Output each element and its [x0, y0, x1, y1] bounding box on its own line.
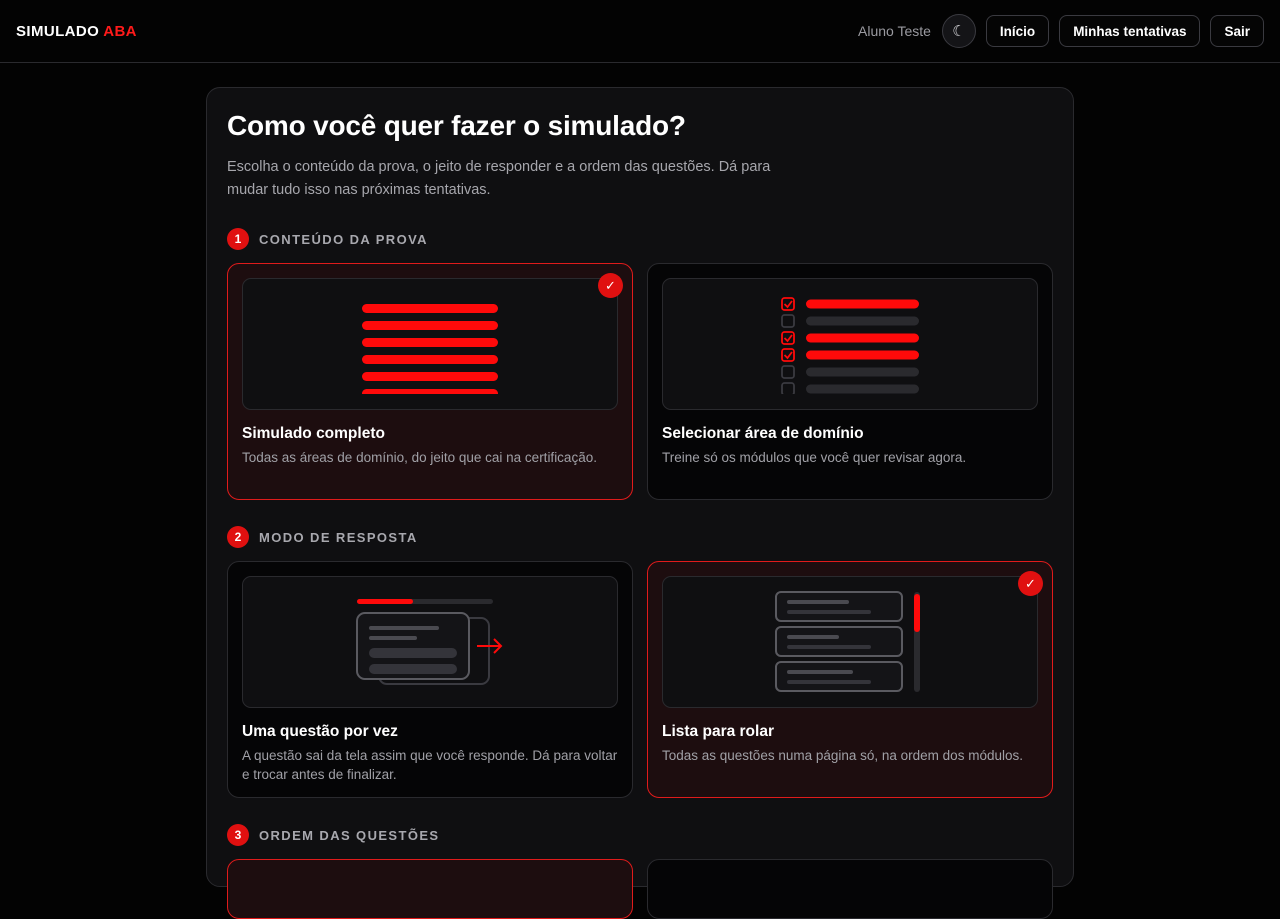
check-icon: ✓	[1018, 571, 1043, 596]
full-exam-illustration	[242, 278, 618, 410]
option-select-domain[interactable]: Selecionar área de domínio Treine só os …	[647, 263, 1053, 500]
top-bar: SIMULADO ABA Aluno Teste ☾ Início Minhas…	[0, 0, 1280, 63]
option-title: Simulado completo	[242, 425, 385, 442]
moon-icon: ☾	[952, 23, 966, 40]
section-answer-mode-header: 2 MODO DE RESPOSTA	[227, 526, 1053, 548]
page-subtitle: Escolha o conteúdo da prova, o jeito de …	[227, 159, 771, 198]
option-description: Todas as áreas de domínio, do jeito que …	[242, 450, 597, 465]
option-description: Todas as questões numa página só, na ord…	[662, 748, 1023, 763]
option-title: Lista para rolar	[662, 723, 774, 740]
brand-name: SIMULADO	[16, 22, 100, 40]
content-options: ✓ Simulado completo Todas as áreas de do…	[227, 263, 1053, 500]
brand-logo[interactable]: SIMULADO ABA	[16, 23, 137, 40]
section-question-order-header: 3 ORDEM DAS QUESTÕES	[227, 824, 1053, 846]
section-label: MODO DE RESPOSTA	[259, 529, 418, 545]
check-icon: ✓	[598, 273, 623, 298]
my-attempts-button[interactable]: Minhas tentativas	[1059, 15, 1201, 47]
page-title: Como você quer fazer o simulado?	[227, 110, 686, 141]
step-number-badge: 2	[227, 526, 249, 548]
one-at-a-time-illustration	[242, 576, 618, 708]
full-exam-lines-icon	[362, 304, 498, 394]
scroll-list-illustration	[662, 576, 1038, 708]
section-label: CONTEÚDO DA PROVA	[259, 231, 428, 247]
setup-panel: Como você quer fazer o simulado? Escolha…	[206, 87, 1074, 919]
user-name: Aluno Teste	[858, 23, 931, 39]
section-content-header: 1 CONTEÚDO DA PROVA	[227, 228, 1053, 250]
header-actions: Aluno Teste ☾ Início Minhas tentativas S…	[858, 14, 1264, 48]
question-order-options	[227, 859, 1053, 919]
step-number-badge: 3	[227, 824, 249, 846]
option-order-first[interactable]	[227, 859, 633, 919]
brand-accent: ABA	[103, 22, 137, 40]
single-question-icon	[356, 599, 503, 685]
step-number-badge: 1	[227, 228, 249, 250]
option-full-exam[interactable]: ✓ Simulado completo Todas as áreas de do…	[227, 263, 633, 500]
scroll-list-icon	[775, 591, 920, 692]
option-scroll-list[interactable]: ✓ Lista para rolar Todas as questões num…	[647, 561, 1053, 798]
answer-mode-options: Uma questão por vez A questão sai da tel…	[227, 561, 1053, 798]
option-description: A questão sai da tela assim que você res…	[242, 748, 618, 782]
option-title: Uma questão por vez	[242, 723, 398, 740]
option-title: Selecionar área de domínio	[662, 425, 864, 442]
checklist-icon	[781, 297, 919, 394]
option-description: Treine só os módulos que você quer revis…	[662, 450, 967, 465]
logout-button[interactable]: Sair	[1210, 15, 1264, 47]
option-one-at-a-time[interactable]: Uma questão por vez A questão sai da tel…	[227, 561, 633, 798]
section-label: ORDEM DAS QUESTÕES	[259, 827, 440, 843]
theme-toggle-button[interactable]: ☾	[941, 14, 976, 48]
home-button[interactable]: Início	[985, 15, 1050, 47]
option-order-second[interactable]	[647, 859, 1053, 919]
select-domain-illustration	[662, 278, 1038, 410]
